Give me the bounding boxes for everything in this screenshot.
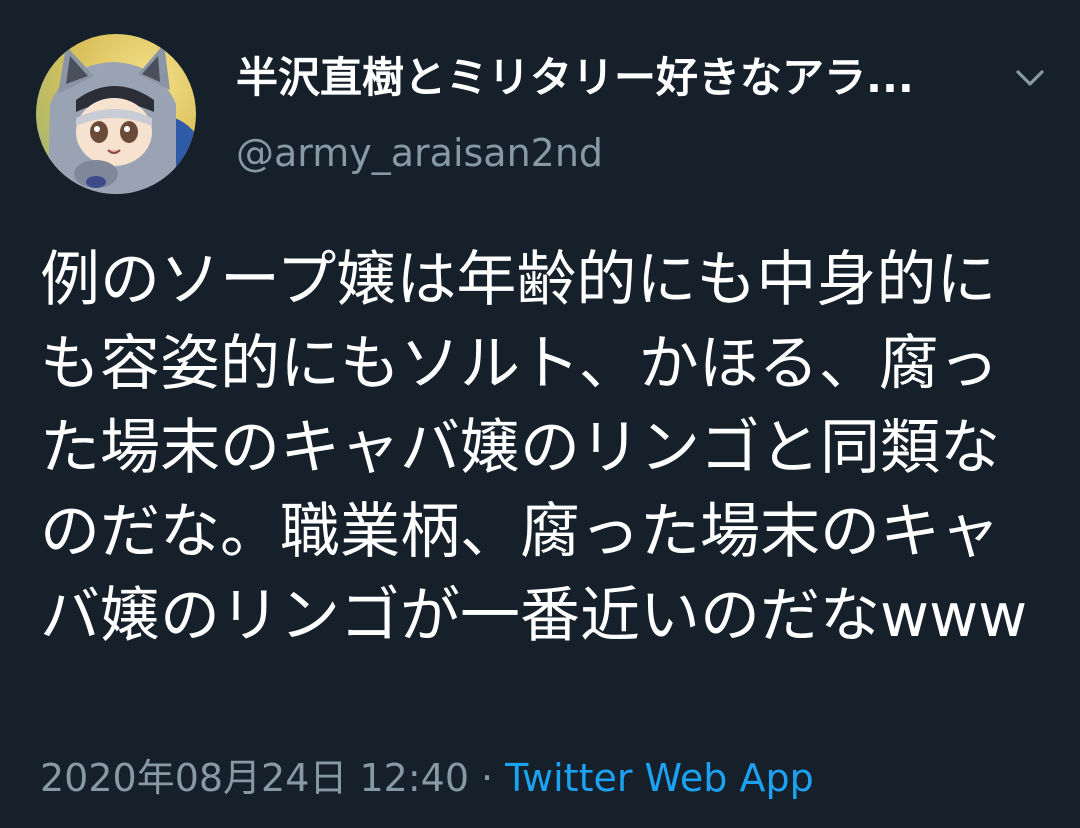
tweet-card: 半沢直樹とミリタリー好きなアラ... @army_araisan2nd 例のソー… bbox=[0, 0, 1080, 828]
avatar[interactable] bbox=[36, 34, 196, 194]
tweet-meta: 2020年08月24日 12:40 · Twitter Web App bbox=[40, 752, 814, 804]
chevron-down-icon bbox=[1016, 70, 1044, 86]
display-name[interactable]: 半沢直樹とミリタリー好きなアラ... bbox=[236, 50, 956, 106]
tweet-text: 例のソープ嬢は年齢的にも中身的にも容姿的にもソルト、かほる、腐った場末のキャバ嬢… bbox=[40, 245, 1028, 651]
tweet-menu-button[interactable] bbox=[1004, 58, 1056, 98]
avatar-image bbox=[36, 34, 196, 194]
tweet-source-link[interactable]: Twitter Web App bbox=[505, 756, 814, 800]
tweet-timestamp[interactable]: 2020年08月24日 12:40 bbox=[40, 756, 469, 800]
meta-separator: · bbox=[481, 756, 494, 800]
user-handle[interactable]: @army_araisan2nd bbox=[236, 128, 603, 178]
